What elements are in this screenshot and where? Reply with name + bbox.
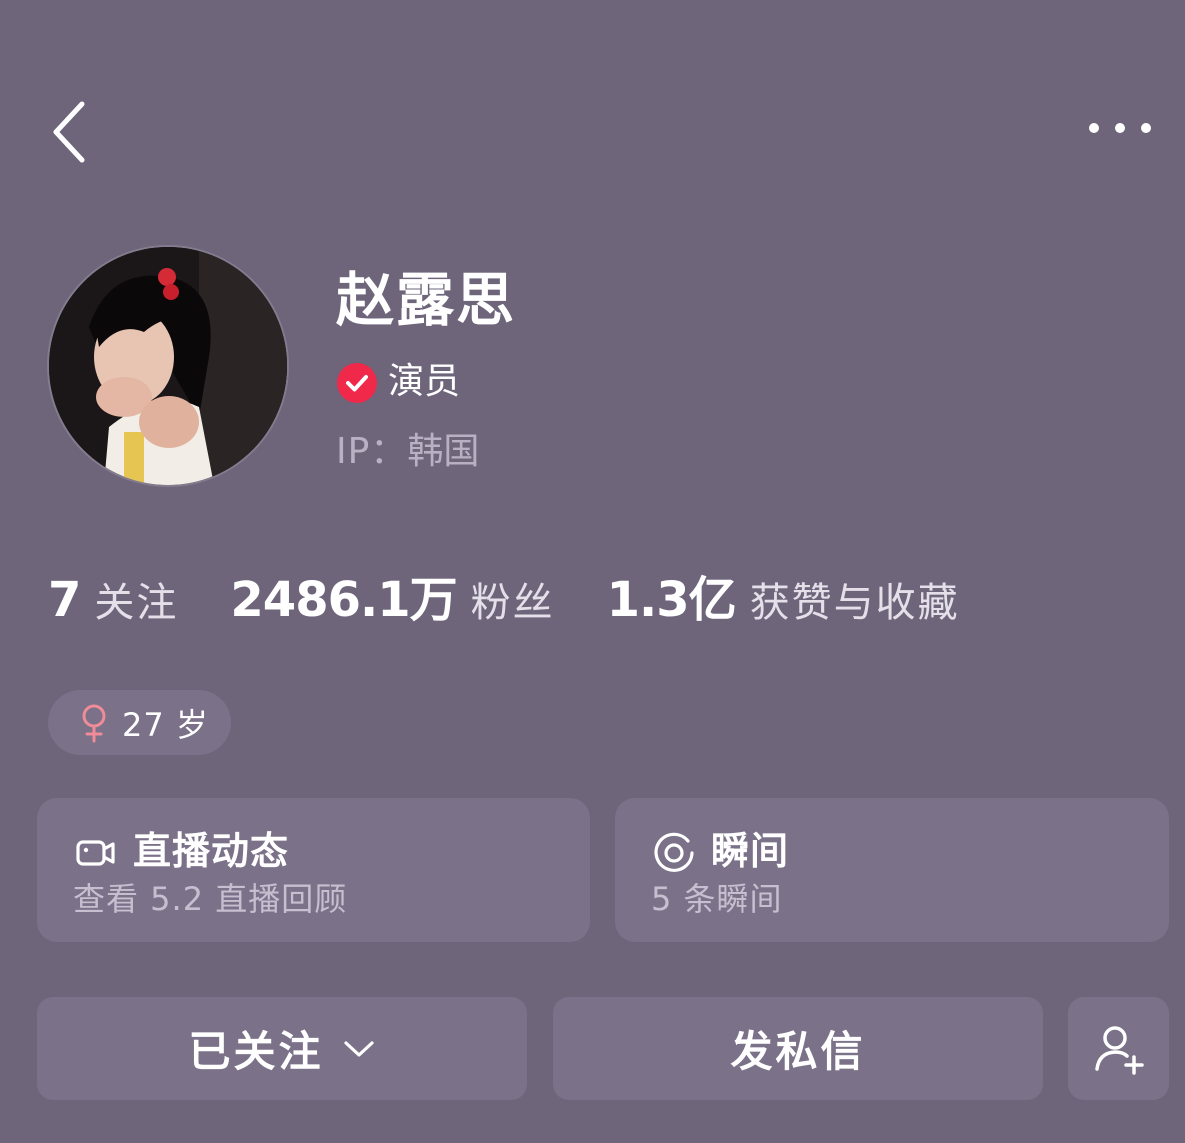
avatar-image (49, 247, 287, 485)
profile-role: 演员 (388, 361, 461, 402)
stat-followers[interactable]: 2486.1万 粉丝 (230, 560, 554, 630)
likes-label: 获赞与收藏 (749, 580, 960, 626)
stat-following[interactable]: 7 关注 (48, 570, 178, 628)
followers-label: 粉丝 (470, 580, 555, 626)
moment-card-subtitle: 5 条瞬间 (651, 880, 783, 918)
more-options-button[interactable] (1082, 108, 1162, 148)
ip-label: IP： (336, 431, 408, 472)
following-button[interactable]: 已关注 (37, 997, 527, 1100)
back-button[interactable] (44, 96, 104, 168)
age-tag: 27 岁 (48, 690, 231, 755)
age-text: 27 岁 (122, 705, 209, 744)
profile-name: 赵露思 (336, 266, 517, 334)
moment-ring-icon (654, 832, 694, 872)
moment-card-title: 瞬间 (711, 829, 790, 873)
following-label: 关注 (94, 580, 179, 626)
ip-location: IP：韩国 (336, 428, 479, 476)
video-camera-icon (76, 840, 115, 866)
chevron-left-icon (53, 101, 85, 163)
stats-row: 7 关注 2486.1万 粉丝 1.3亿 获赞与收藏 (48, 560, 960, 630)
send-message-button[interactable]: 发私信 (553, 997, 1043, 1100)
live-card-title: 直播动态 (133, 829, 290, 873)
likes-count: 1.3亿 (606, 572, 737, 628)
followers-count: 2486.1万 (230, 572, 457, 628)
avatar[interactable] (49, 247, 287, 485)
chevron-down-icon (343, 1040, 374, 1057)
verified-check-icon (336, 362, 378, 404)
following-button-label: 已关注 (188, 1027, 324, 1076)
live-updates-card[interactable]: 直播动态 查看 5.2 直播回顾 (37, 798, 590, 942)
ip-value: 韩国 (407, 431, 480, 472)
following-count: 7 (48, 572, 81, 628)
moments-card[interactable]: 瞬间 5 条瞬间 (615, 798, 1169, 942)
stat-likes[interactable]: 1.3亿 获赞与收藏 (607, 560, 960, 630)
live-card-subtitle: 查看 5.2 直播回顾 (73, 880, 348, 918)
more-dots-icon (1089, 123, 1151, 133)
add-friend-button[interactable] (1068, 997, 1169, 1100)
send-message-label: 发私信 (730, 1027, 866, 1076)
add-user-icon (1094, 1025, 1144, 1075)
female-icon (82, 704, 106, 742)
